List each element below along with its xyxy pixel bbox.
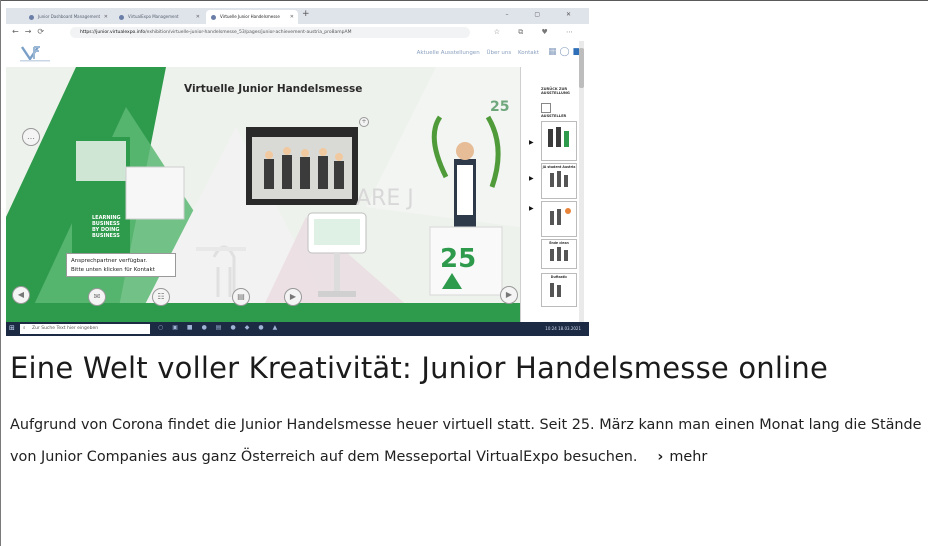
- nav-link-exhibitions[interactable]: Aktuelle Ausstellungen: [417, 50, 480, 56]
- nav-link-contact[interactable]: Kontakt: [518, 50, 539, 56]
- banner-line: BUSINESS: [92, 233, 120, 239]
- virtual-booth-stage[interactable]: 25 25 ARE J Virtuelle Junior Handelsmess…: [6, 67, 520, 322]
- url-host: https://junior.virtualexpo.info: [80, 30, 146, 35]
- article-image[interactable]: Junior Dashboard Management ✕ VirtualExpo…: [6, 8, 589, 336]
- stage-title: Virtuelle Junior Handelsmesse: [184, 83, 363, 95]
- exhibitor-card[interactable]: Duftastic: [541, 273, 577, 307]
- tab-favicon-icon: [119, 15, 124, 20]
- tray-time: 10:24: [545, 326, 557, 331]
- chat-icon[interactable]: ◯: [560, 47, 570, 57]
- exhibitor-card[interactable]: Ende clean: [541, 239, 577, 269]
- arrow-right-icon[interactable]: ▶: [529, 175, 534, 182]
- contact-line: Bitte unten klicken für Kontakt: [71, 267, 155, 273]
- browser-addressbar: ←→⟳ https://junior.virtualexpo.info/exhi…: [6, 24, 589, 42]
- svg-text:25: 25: [440, 244, 476, 274]
- new-tab-icon[interactable]: +: [302, 9, 310, 19]
- back-to-exhibition-link[interactable]: ZURÜCK ZUR AUSSTELLUNG: [541, 87, 577, 95]
- taskbar-search-placeholder: Zur Suche Text hier eingeben: [32, 326, 99, 331]
- mail-icon[interactable]: ✉: [88, 288, 106, 306]
- nav-buttons[interactable]: ←→⟳: [12, 27, 50, 36]
- exhibitor-logo: [548, 127, 569, 147]
- svg-text:25: 25: [490, 99, 509, 115]
- video-icon[interactable]: ▶: [284, 288, 302, 306]
- site-header-icons[interactable]: ▦ ◯ ■: [548, 47, 581, 57]
- more-link[interactable]: › mehr: [657, 449, 707, 465]
- arrow-right-icon[interactable]: ▶: [529, 205, 534, 212]
- scrollbar-thumb[interactable]: [579, 48, 584, 88]
- exhibitor-logo: [550, 283, 561, 297]
- close-icon[interactable]: ✕: [290, 10, 294, 24]
- article-teaser: Aufgrund von Corona findet die Junior Ha…: [10, 410, 928, 473]
- search-icon: ⌕: [23, 326, 26, 331]
- windows-taskbar: ⊞ ⌕ Zur Suche Text hier eingeben ○▣■●▤●◆…: [6, 322, 589, 336]
- chevron-right-icon: ›: [657, 448, 664, 465]
- banner-text: LEARNING BUSINESS BY DOING BUSINESS: [92, 215, 121, 239]
- contact-notice[interactable]: Ansprechpartner verfügbar. Bitte unten k…: [66, 253, 176, 277]
- tab-label: VirtualExpo Management: [128, 14, 179, 19]
- url-path: /exhibition/virtuelle-junior-handelsmess…: [145, 30, 352, 35]
- forward-arrow-icon[interactable]: ▶: [500, 286, 518, 304]
- exhibitor-card[interactable]: [541, 201, 577, 237]
- taskbar-search-input[interactable]: ⌕ Zur Suche Text hier eingeben: [20, 324, 150, 334]
- browser-toolbar-icons[interactable]: ☆ ⧉ ♥ ⋯: [494, 28, 581, 37]
- exhibitors-heading: AUSSTELLER: [541, 114, 567, 118]
- article-teaser-text: Aufgrund von Corona findet die Junior Ha…: [10, 417, 922, 465]
- booth-illustration: 25 25 ARE J: [6, 67, 520, 322]
- close-icon[interactable]: ✕: [196, 10, 200, 24]
- tab-label: Virtuelle Junior Handelsmesse: [220, 14, 280, 19]
- close-icon[interactable]: ✕: [104, 10, 108, 24]
- browser-tab-active[interactable]: Virtuelle Junior Handelsmesse ✕: [206, 10, 298, 24]
- chat-bubble-icon[interactable]: …: [22, 128, 40, 146]
- document-icon[interactable]: ▤: [232, 288, 250, 306]
- exhibitor-card[interactable]: JA student Austria: [541, 163, 577, 199]
- browser-tab[interactable]: Junior Dashboard Management ✕: [24, 10, 112, 24]
- article-headline[interactable]: Eine Welt voller Kreativität: Junior Han…: [10, 349, 828, 387]
- windows-start-icon[interactable]: ⊞: [9, 324, 15, 332]
- taskbar-app-icons[interactable]: ○▣■●▤●◆●▲: [158, 324, 286, 331]
- virtualexpo-logo[interactable]: [16, 45, 56, 63]
- tab-favicon-icon: [29, 15, 34, 20]
- system-tray[interactable]: 10:24 18.03.2021: [545, 326, 581, 331]
- exhibitor-logo: [550, 208, 571, 225]
- tray-date: 18.03.2021: [558, 326, 581, 331]
- tab-favicon-icon: [211, 15, 216, 20]
- browser-tab[interactable]: VirtualExpo Management ✕: [114, 10, 204, 24]
- browser-tabbar: Junior Dashboard Management ✕ VirtualExpo…: [6, 8, 589, 24]
- zoom-icon[interactable]: +: [359, 117, 369, 127]
- site-header: Aktuelle Ausstellungen Über uns Kontakt …: [6, 41, 589, 67]
- back-arrow-icon[interactable]: ◀: [12, 286, 30, 304]
- exhibitor-logo: [550, 171, 568, 187]
- arrow-right-icon[interactable]: ▶: [529, 139, 534, 146]
- exhibitor-card[interactable]: [541, 121, 577, 161]
- contact-line: Ansprechpartner verfügbar.: [71, 258, 147, 264]
- window-controls[interactable]: – ▢ ✕: [505, 11, 583, 18]
- exhibitor-logo: [550, 247, 568, 261]
- checkbox-icon[interactable]: [541, 103, 551, 113]
- people-icon[interactable]: ☷: [152, 288, 170, 306]
- more-link-label: mehr: [669, 448, 708, 465]
- calendar-icon[interactable]: ▦: [548, 47, 557, 57]
- site-nav: Aktuelle Ausstellungen Über uns Kontakt: [412, 50, 539, 56]
- nav-link-about[interactable]: Über uns: [486, 50, 511, 56]
- left-border: [0, 0, 1, 546]
- tab-label: Junior Dashboard Management: [38, 14, 101, 19]
- svg-text:ARE J: ARE J: [356, 186, 414, 211]
- top-border: [0, 0, 928, 1]
- url-field[interactable]: https://junior.virtualexpo.info/exhibiti…: [70, 27, 470, 38]
